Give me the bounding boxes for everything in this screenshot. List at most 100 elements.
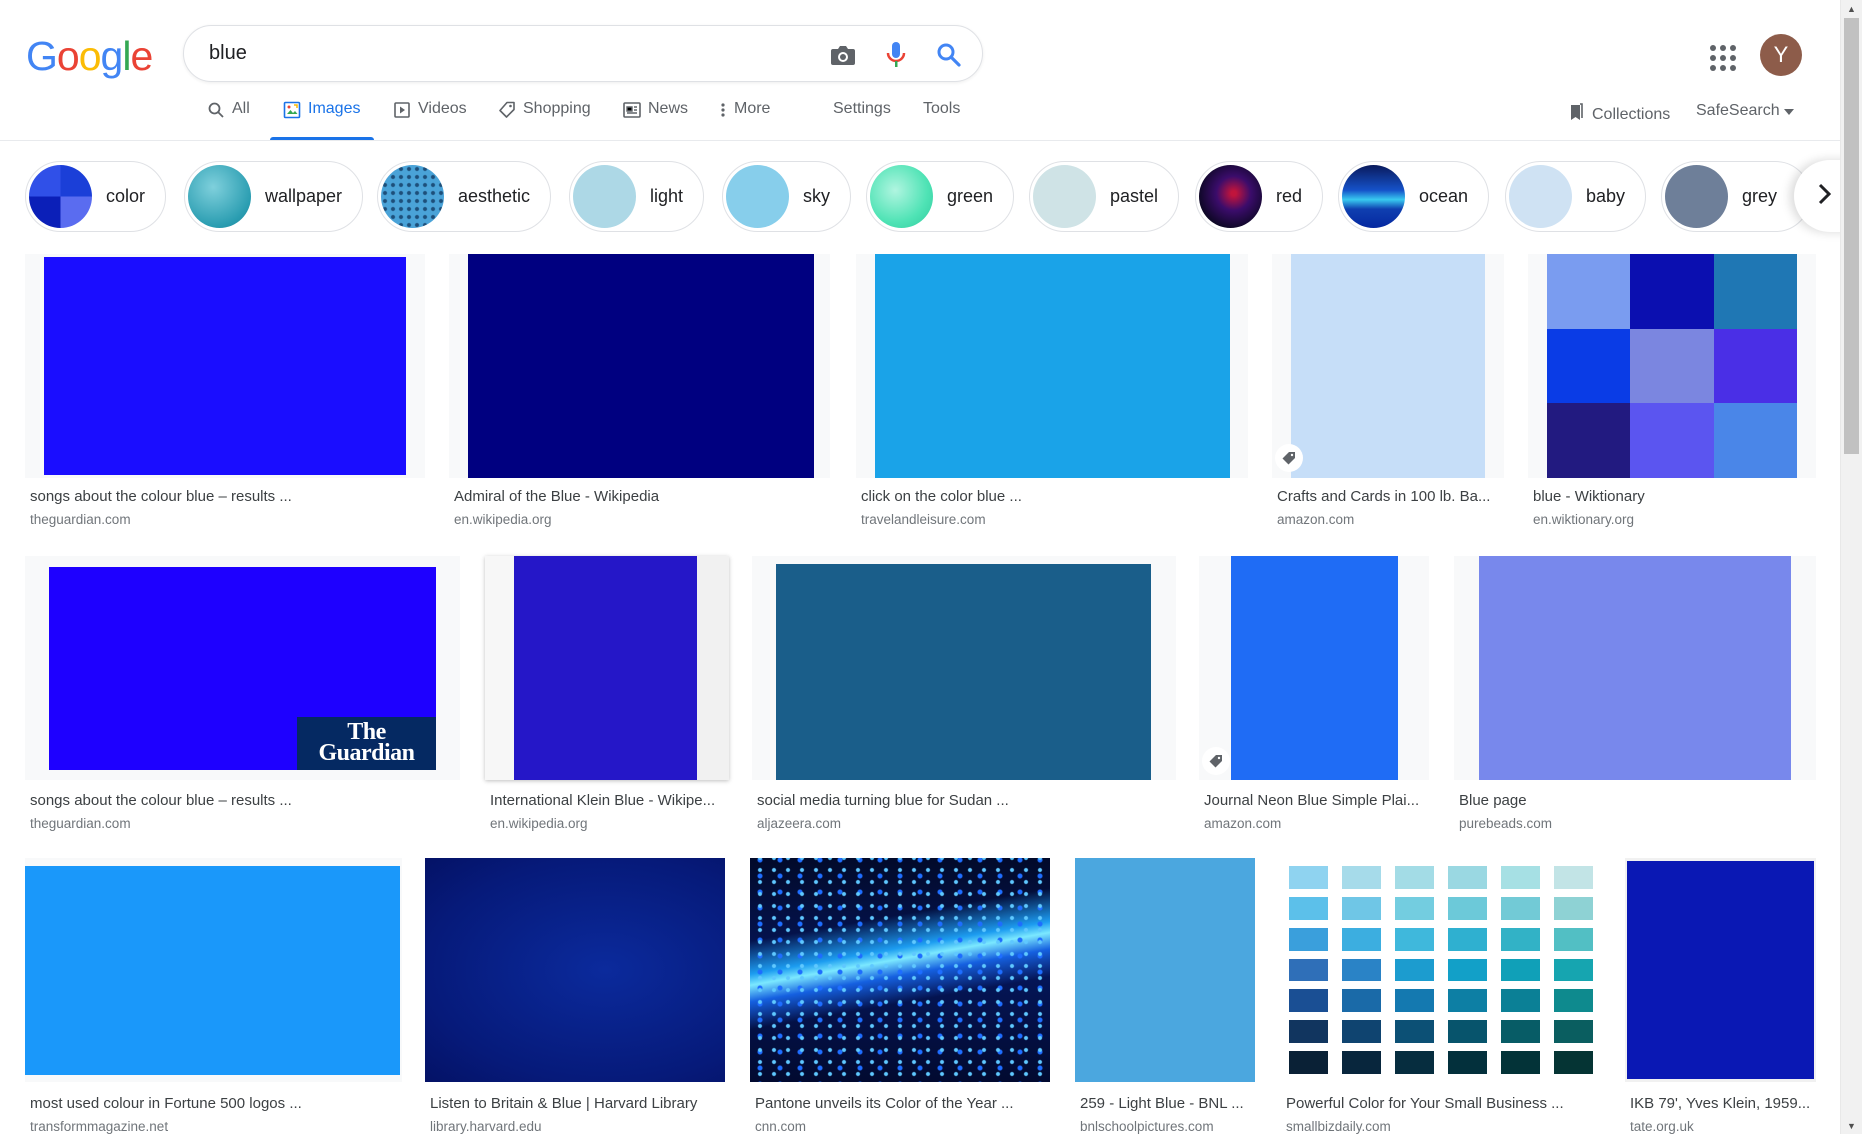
result-title[interactable]: click on the color blue ... xyxy=(861,488,1248,505)
result-thumbnail[interactable] xyxy=(1454,556,1816,780)
chip-light[interactable]: light xyxy=(569,161,705,232)
result-domain[interactable]: amazon.com xyxy=(1277,512,1354,527)
tab-shopping[interactable]: Shopping xyxy=(498,100,591,140)
result-domain[interactable]: theguardian.com xyxy=(30,512,131,527)
apps-grid-icon[interactable] xyxy=(1703,38,1737,72)
tab-more[interactable]: More xyxy=(719,100,770,140)
result-domain[interactable]: en.wikipedia.org xyxy=(490,816,588,831)
result-domain[interactable]: en.wikipedia.org xyxy=(454,512,552,527)
image-result[interactable]: Powerful Color for Your Small Business .… xyxy=(1281,858,1601,1134)
image-result[interactable]: blue - Wiktionary en.wiktionary.org xyxy=(1528,254,1816,538)
result-domain[interactable]: bnlschoolpictures.com xyxy=(1080,1119,1214,1134)
result-title[interactable]: songs about the colour blue – results ..… xyxy=(30,792,460,809)
result-domain[interactable]: travelandleisure.com xyxy=(861,512,986,527)
image-result[interactable]: Crafts and Cards in 100 lb. Ba... amazon… xyxy=(1272,254,1504,538)
image-result[interactable]: International Klein Blue - Wikipe... en.… xyxy=(485,556,729,840)
vertical-scrollbar[interactable]: ▲ ▼ xyxy=(1840,0,1862,1134)
tab-tools[interactable]: Tools xyxy=(923,100,960,140)
result-title[interactable]: Crafts and Cards in 100 lb. Ba... xyxy=(1277,488,1504,505)
result-domain[interactable]: purebeads.com xyxy=(1459,816,1552,831)
result-domain[interactable]: library.harvard.edu xyxy=(430,1119,542,1134)
result-domain[interactable]: tate.org.uk xyxy=(1630,1119,1694,1134)
chip-green[interactable]: green xyxy=(866,161,1015,232)
result-domain[interactable]: aljazeera.com xyxy=(757,816,841,831)
result-domain[interactable]: en.wiktionary.org xyxy=(1533,512,1634,527)
chip-baby[interactable]: baby xyxy=(1505,161,1647,232)
image-result[interactable]: Pantone unveils its Color of the Year ..… xyxy=(750,858,1050,1134)
result-title[interactable]: most used colour in Fortune 500 logos ..… xyxy=(30,1095,402,1112)
search-box[interactable]: blue xyxy=(183,25,983,82)
google-logo[interactable]: Google xyxy=(26,33,153,80)
result-title[interactable]: Journal Neon Blue Simple Plai... xyxy=(1204,792,1429,809)
result-title[interactable]: Admiral of the Blue - Wikipedia xyxy=(454,488,830,505)
chip-color[interactable]: color xyxy=(25,161,167,232)
image-result[interactable]: The Guardian songs about the colour blue… xyxy=(25,556,460,840)
avatar[interactable]: Y xyxy=(1760,34,1802,76)
result-title[interactable]: Pantone unveils its Color of the Year ..… xyxy=(755,1095,1050,1112)
result-thumbnail[interactable] xyxy=(1272,254,1504,478)
image-result[interactable]: songs about the colour blue – results ..… xyxy=(25,254,425,538)
tab-settings[interactable]: Settings xyxy=(833,100,891,140)
image-result[interactable]: 259 - Light Blue - BNL ... bnlschoolpict… xyxy=(1075,858,1255,1134)
result-thumbnail[interactable]: The Guardian xyxy=(25,556,460,780)
result-domain[interactable]: theguardian.com xyxy=(30,816,131,831)
result-title[interactable]: social media turning blue for Sudan ... xyxy=(757,792,1176,809)
camera-icon[interactable] xyxy=(826,38,860,72)
result-domain[interactable]: transformmagazine.net xyxy=(30,1119,168,1134)
image-result[interactable]: most used colour in Fortune 500 logos ..… xyxy=(25,858,402,1134)
scrollbar-thumb[interactable] xyxy=(1844,18,1859,454)
result-domain[interactable]: cnn.com xyxy=(755,1119,806,1134)
microphone-icon[interactable] xyxy=(879,38,913,72)
chip-red[interactable]: red xyxy=(1195,161,1324,232)
result-thumbnail[interactable] xyxy=(25,254,425,478)
result-title[interactable]: International Klein Blue - Wikipe... xyxy=(490,792,729,809)
image-result[interactable]: Blue page purebeads.com xyxy=(1454,556,1816,840)
caret-down-icon xyxy=(1783,102,1794,120)
result-thumbnail[interactable] xyxy=(449,254,830,478)
safesearch-dropdown[interactable]: SafeSearch xyxy=(1696,102,1794,120)
image-result[interactable]: IKB 79', Yves Klein, 1959... tate.org.uk xyxy=(1625,858,1816,1134)
tab-images[interactable]: Images xyxy=(270,100,375,140)
result-thumbnail[interactable] xyxy=(1281,858,1601,1082)
chip-aesthetic[interactable]: aesthetic xyxy=(377,161,552,232)
result-title[interactable]: IKB 79', Yves Klein, 1959... xyxy=(1630,1095,1816,1112)
chip-pastel[interactable]: pastel xyxy=(1029,161,1180,232)
scroll-down-arrow-icon[interactable]: ▼ xyxy=(1841,1117,1862,1134)
image-result[interactable]: Listen to Britain & Blue | Harvard Libra… xyxy=(425,858,725,1134)
tab-label: All xyxy=(232,100,250,117)
tab-videos[interactable]: Videos xyxy=(393,100,467,140)
image-result[interactable]: Journal Neon Blue Simple Plai... amazon.… xyxy=(1199,556,1429,840)
tab-news[interactable]: News xyxy=(623,100,688,140)
result-thumbnail[interactable] xyxy=(1199,556,1429,780)
result-title[interactable]: songs about the colour blue – results ..… xyxy=(30,488,425,505)
result-thumbnail[interactable] xyxy=(1528,254,1816,478)
result-thumbnail[interactable] xyxy=(752,556,1176,780)
result-thumbnail[interactable] xyxy=(25,858,402,1082)
chip-sky[interactable]: sky xyxy=(722,161,851,232)
result-thumbnail[interactable] xyxy=(750,858,1050,1082)
chip-ocean[interactable]: ocean xyxy=(1338,161,1490,232)
result-domain[interactable]: amazon.com xyxy=(1204,816,1281,831)
result-title[interactable]: Listen to Britain & Blue | Harvard Libra… xyxy=(430,1095,725,1112)
tab-all[interactable]: All xyxy=(207,100,250,140)
result-thumbnail[interactable] xyxy=(485,556,729,780)
chip-wallpaper[interactable]: wallpaper xyxy=(184,161,364,232)
chip-thumbnail xyxy=(381,165,444,228)
result-title[interactable]: Powerful Color for Your Small Business .… xyxy=(1286,1095,1601,1112)
image-result[interactable]: click on the color blue ... travelandlei… xyxy=(856,254,1248,538)
result-title[interactable]: 259 - Light Blue - BNL ... xyxy=(1080,1095,1255,1112)
result-title[interactable]: blue - Wiktionary xyxy=(1533,488,1816,505)
chip-grey[interactable]: grey xyxy=(1661,161,1811,232)
result-domain[interactable]: smallbizdaily.com xyxy=(1286,1119,1391,1134)
result-thumbnail[interactable] xyxy=(425,858,725,1082)
image-result[interactable]: social media turning blue for Sudan ... … xyxy=(752,556,1176,840)
result-title[interactable]: Blue page xyxy=(1459,792,1816,809)
result-thumbnail[interactable] xyxy=(1075,858,1255,1082)
search-icon[interactable] xyxy=(932,38,966,72)
search-input[interactable]: blue xyxy=(209,42,247,65)
image-result[interactable]: Admiral of the Blue - Wikipedia en.wikip… xyxy=(449,254,830,538)
result-thumbnail[interactable] xyxy=(856,254,1248,478)
result-thumbnail[interactable] xyxy=(1625,858,1816,1082)
collections-link[interactable]: Collections xyxy=(1568,102,1670,127)
scroll-up-arrow-icon[interactable]: ▲ xyxy=(1841,0,1862,17)
